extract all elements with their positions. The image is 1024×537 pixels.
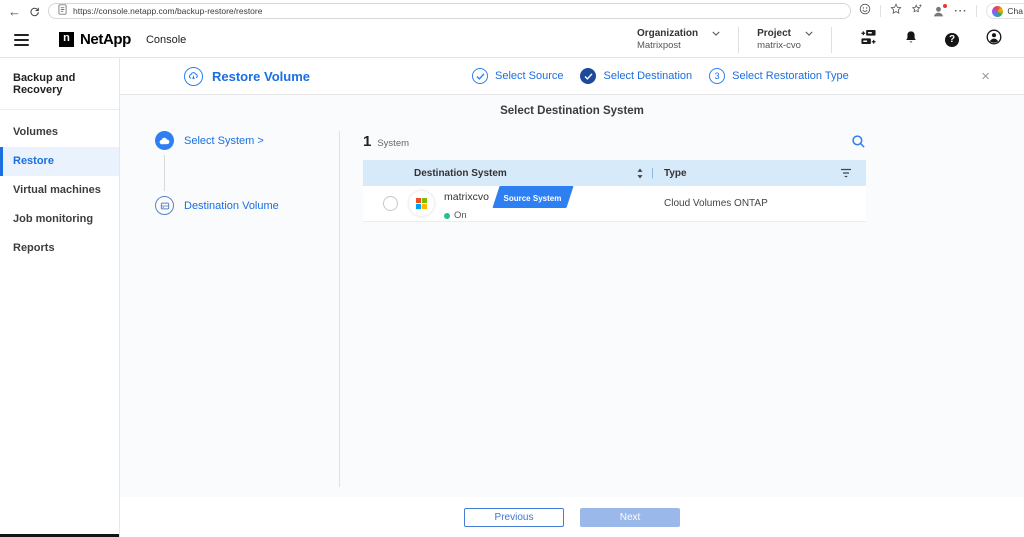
divider [880, 5, 881, 17]
system-table-section: 1 System Destination System [340, 131, 1024, 487]
sidebar-item-job-monitoring[interactable]: Job monitoring [0, 205, 119, 234]
organization-value: Matrixpost [637, 40, 720, 51]
page-title: Select Destination System [120, 95, 1024, 117]
step-number-icon: 3 [709, 68, 725, 84]
filter-icon[interactable] [840, 168, 852, 178]
help-icon[interactable]: ? [945, 33, 959, 47]
step-rail: Select System > Destination Volume [155, 131, 339, 487]
next-button[interactable]: Next [580, 508, 680, 527]
connector-icon[interactable] [860, 29, 877, 50]
search-icon[interactable] [851, 134, 866, 149]
browser-toolbar: ← https://console.netapp.com/backup-rest… [0, 0, 1024, 22]
header-controls: Organization Matrixpost Project matrix-c… [637, 27, 1002, 53]
table-row[interactable]: matrixcvo Source System On [363, 186, 866, 222]
rail-step-destination-volume[interactable]: Destination Volume [155, 196, 339, 215]
step-label: Select Destination [603, 70, 692, 82]
favorite-star-icon[interactable] [890, 2, 902, 20]
wizard-footer: Previous Next [120, 497, 1024, 537]
status-on-dot [444, 213, 450, 219]
feedback-smiley-icon[interactable] [859, 2, 871, 20]
rail-step-label: Destination Volume [184, 200, 279, 212]
close-icon[interactable]: × [981, 68, 990, 85]
project-label: Project [757, 28, 791, 39]
browser-profile-avatar[interactable] [932, 5, 945, 18]
status-text: On [454, 210, 467, 221]
notification-dot [943, 4, 947, 8]
url-text: https://console.netapp.com/backup-restor… [73, 6, 262, 16]
system-count: 1 [363, 133, 371, 150]
sidebar-item-restore[interactable]: Restore [0, 147, 119, 176]
sidebar-item-reports[interactable]: Reports [0, 234, 119, 263]
table-header: Destination System | Type [363, 160, 866, 186]
rail-step-select-system[interactable]: Select System > [155, 131, 339, 150]
cloud-system-icon [155, 131, 174, 150]
project-value: matrix-cvo [757, 40, 813, 51]
divider [738, 27, 739, 53]
wizard-content: Select Destination System Select System … [120, 95, 1024, 497]
browser-back-icon[interactable]: ← [8, 5, 21, 18]
chevron-down-icon [805, 31, 813, 36]
step-current-check-icon [580, 68, 596, 84]
product-name: Console [146, 34, 186, 46]
sidebar: Backup and Recovery Volumes Restore Virt… [0, 58, 120, 537]
badge-label: Source System [503, 194, 561, 203]
step-label: Select Source [495, 70, 563, 82]
notifications-bell-icon[interactable] [904, 30, 918, 50]
chevron-down-icon [712, 31, 720, 36]
divider: | [651, 167, 654, 179]
copilot-button[interactable]: Cha [986, 3, 1024, 19]
netapp-logo: n NetApp [59, 31, 131, 48]
collections-icon[interactable] [911, 2, 923, 20]
copilot-icon [992, 6, 1003, 17]
step-complete-check-icon [472, 68, 488, 84]
hamburger-menu-icon[interactable] [14, 34, 29, 46]
step-select-destination[interactable]: Select Destination [580, 68, 692, 84]
divider [976, 5, 977, 17]
wizard-title-text: Restore Volume [212, 69, 310, 84]
sidebar-item-volumes[interactable]: Volumes [0, 118, 119, 147]
row-radio-button[interactable] [383, 196, 398, 211]
column-type: Type [664, 168, 687, 179]
sidebar-title: Backup and Recovery [0, 58, 119, 110]
rail-step-label: Select System > [184, 135, 264, 147]
screen: ← https://console.netapp.com/backup-rest… [0, 0, 1024, 537]
copilot-label: Cha [1007, 6, 1023, 16]
system-count-label: System [377, 138, 409, 149]
wizard-header: Restore Volume Select Source Select Dest… [120, 58, 1024, 95]
app-header: n NetApp Console Organization Matrixpost… [0, 22, 1024, 58]
step-select-source[interactable]: Select Source [472, 68, 563, 84]
previous-button[interactable]: Previous [464, 508, 564, 527]
netapp-logo-mark: n [59, 32, 74, 47]
brand-name: NetApp [80, 31, 131, 48]
wizard-title: Restore Volume [184, 67, 310, 86]
browser-menu-icon[interactable]: ··· [954, 6, 967, 17]
column-destination-system: Destination System [414, 168, 507, 179]
page-info-icon[interactable] [58, 2, 67, 20]
organization-label: Organization [637, 28, 698, 39]
project-selector[interactable]: Project matrix-cvo [757, 28, 813, 51]
rail-connector [164, 155, 165, 191]
step-select-restoration-type[interactable]: 3 Select Restoration Type [709, 68, 849, 84]
browser-actions: ··· Cha [859, 2, 1024, 20]
sidebar-item-virtual-machines[interactable]: Virtual machines [0, 176, 119, 205]
sort-icon[interactable] [636, 168, 644, 179]
browser-refresh-icon[interactable] [29, 6, 40, 17]
system-name: matrixcvo [444, 191, 489, 203]
organization-selector[interactable]: Organization Matrixpost [637, 28, 720, 51]
volume-icon [155, 196, 174, 215]
address-bar[interactable]: https://console.netapp.com/backup-restor… [48, 3, 851, 19]
source-system-badge: Source System [492, 186, 573, 208]
divider [831, 27, 832, 53]
restore-volume-icon [184, 67, 203, 86]
account-icon[interactable] [986, 29, 1002, 50]
step-label: Select Restoration Type [732, 70, 849, 82]
wizard-steps: Select Source Select Destination 3 Selec… [472, 68, 849, 84]
system-type: Cloud Volumes ONTAP [664, 198, 768, 209]
cloud-provider-icon [408, 190, 435, 217]
